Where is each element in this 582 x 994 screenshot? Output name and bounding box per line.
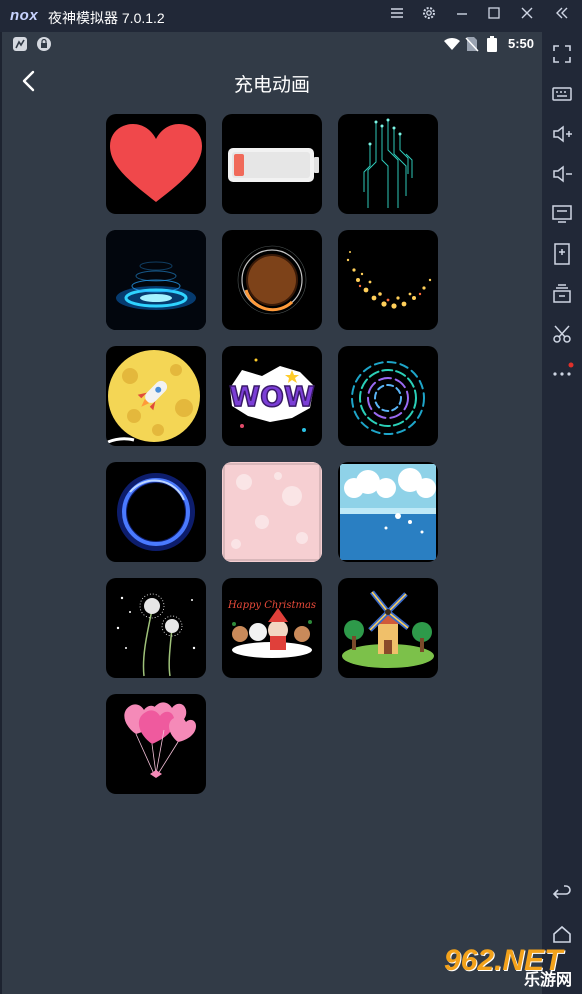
fullscreen-icon[interactable] — [550, 42, 574, 66]
animation-tile-spiral-rings[interactable] — [338, 346, 438, 446]
android-screen: 5:50 充电动画 WOW Happy Christmas — [2, 32, 542, 994]
volume-down-icon[interactable] — [550, 162, 574, 186]
animation-tile-windmill[interactable] — [338, 578, 438, 678]
animation-tile-portal[interactable] — [106, 230, 206, 330]
home-icon[interactable] — [550, 922, 574, 946]
status-time: 5:50 — [507, 36, 534, 51]
animation-tile-dandelion[interactable] — [106, 578, 206, 678]
animation-tile-ring-glow[interactable] — [222, 230, 322, 330]
collapse-icon[interactable] — [551, 5, 573, 27]
nox-logo: nox — [10, 7, 39, 24]
close-icon[interactable] — [516, 5, 538, 27]
emulator-sidebar — [542, 32, 582, 994]
animation-tile-sea-clouds[interactable] — [338, 462, 438, 562]
screen-icon[interactable] — [550, 202, 574, 226]
animation-tile-circuit[interactable] — [338, 114, 438, 214]
animation-tile-balloons[interactable] — [106, 694, 206, 794]
apk-install-icon[interactable] — [550, 242, 574, 266]
animation-tile-pink-bokeh[interactable] — [222, 462, 322, 562]
status-bar: 5:50 — [2, 32, 542, 56]
svg-text:WOW: WOW — [229, 380, 315, 413]
animation-tile-sparkle-trail[interactable] — [338, 230, 438, 330]
lock-notification-icon — [36, 36, 52, 52]
page-title: 充电动画 — [233, 74, 310, 96]
battery-icon — [486, 36, 502, 52]
window-title: 夜神模拟器 7.0.1.2 — [48, 10, 165, 26]
multi-instance-icon[interactable] — [550, 282, 574, 306]
animation-tile-battery[interactable] — [222, 114, 322, 214]
back-icon[interactable] — [550, 882, 574, 906]
animation-tile-heart[interactable] — [106, 114, 206, 214]
settings-icon[interactable] — [418, 5, 440, 27]
minimize-icon[interactable] — [451, 5, 473, 27]
animation-tile-blue-ring[interactable] — [106, 462, 206, 562]
wifi-icon — [443, 36, 460, 52]
screenshot-icon[interactable] — [550, 322, 574, 346]
no-sim-icon — [465, 36, 481, 52]
menu-icon[interactable] — [386, 5, 408, 27]
more-icon[interactable] — [550, 362, 574, 386]
animation-tile-moon-rocket[interactable] — [106, 346, 206, 446]
app-bar: 充电动画 — [2, 56, 542, 108]
emulator-title-bar: nox 夜神模拟器 7.0.1.2 — [0, 0, 582, 32]
maximize-icon[interactable] — [483, 5, 505, 27]
christmas-text: Happy Christmas — [227, 600, 316, 611]
app-notification-icon — [12, 36, 28, 52]
volume-up-icon[interactable] — [550, 122, 574, 146]
keyboard-icon[interactable] — [550, 82, 574, 106]
animation-tile-wow-sticker[interactable]: WOW — [222, 346, 322, 446]
animation-tile-christmas[interactable]: Happy Christmas — [222, 578, 322, 678]
